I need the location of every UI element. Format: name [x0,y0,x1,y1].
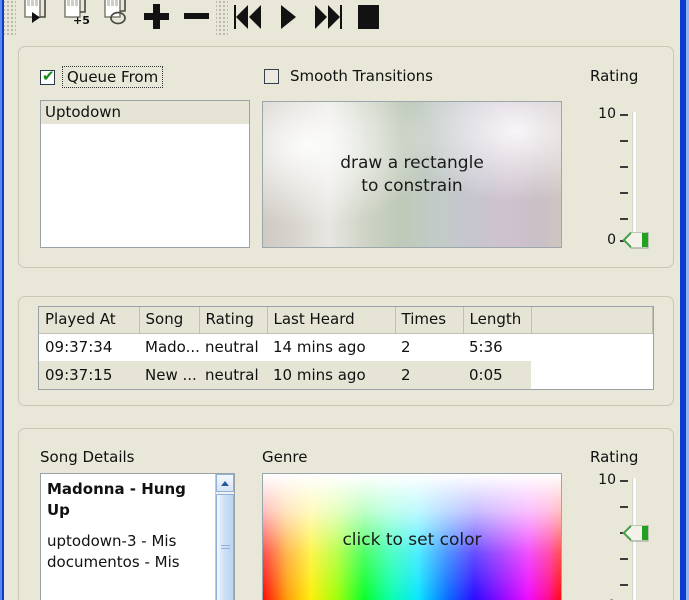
column-header-last-heard[interactable]: Last Heard [267,307,396,334]
column-header-song[interactable]: Song [139,307,200,334]
queue-repeat-button[interactable] [96,0,136,36]
toolbar-grip-playback[interactable] [216,0,228,36]
table-row[interactable]: 09:37:34 Mado... neutral 14 mins ago 2 5… [39,333,653,361]
add-button[interactable] [136,0,176,36]
queue-from-listbox[interactable]: Uptodown [40,100,250,248]
song-details-scrollbar[interactable] [215,474,234,600]
queue-from-checkbox[interactable]: ✔ Queue From [40,66,164,88]
queue-plus5-icon: +5 [63,0,90,33]
cell-rating: neutral [199,333,267,361]
smooth-transitions-checkbox-box[interactable] [264,68,279,84]
queue-rating-ticks: 10 0 [596,107,628,248]
queue-from-checkbox-box[interactable]: ✔ [40,66,55,85]
toolbar-grip-left[interactable] [4,0,16,36]
cell-song: New ... [139,361,199,389]
tick-max: 10 [596,107,628,121]
cell-rating: neutral [199,361,267,389]
chevron-up-icon [221,480,229,486]
queue-from-label: Queue From [62,66,164,88]
cell-length: 0:05 [463,361,531,389]
cell-played-at: 09:37:34 [39,333,139,361]
cell-last-heard: 14 mins ago [267,333,395,361]
tick [596,192,628,194]
play-button[interactable] [268,0,308,36]
played-history-table[interactable]: Played At Song Rating Last Heard Times L… [38,306,654,390]
remove-button[interactable] [176,0,216,36]
queue-rating-thumb[interactable] [622,232,650,249]
genre-label: Genre [262,448,308,466]
stop-icon [354,3,382,33]
detail-rating-label: Rating [590,448,639,466]
queue-rating-track[interactable] [632,112,637,244]
column-header-times[interactable]: Times [395,307,464,334]
stop-button[interactable] [348,0,388,36]
next-button[interactable] [308,0,348,36]
checkmark-icon: ✔ [42,66,55,85]
song-details-label: Song Details [40,448,135,466]
cell-extra [531,361,653,389]
queue-rating-slider[interactable]: 10 0 [596,107,660,249]
queue-repeat-icon [103,0,129,33]
svg-text:+5: +5 [73,14,90,27]
tick [596,218,628,220]
genre-caption-text: click to set color [342,530,482,551]
scroll-up-button[interactable] [216,474,234,492]
minus-icon [182,3,210,33]
constrain-color-swatch[interactable]: draw a rectangle to constrain [262,101,562,248]
tick [596,558,628,560]
tick-max: 10 [596,473,628,487]
song-details-line: documentos - Mis [47,553,180,572]
tick [596,506,628,508]
detail-rating-slider[interactable]: 10 0 [596,473,660,600]
client-area: +5 ✔ Queue From Smooth Transitions Ratin… [4,0,680,600]
previous-button[interactable] [228,0,268,36]
scrollbar-grip-icon [221,545,230,551]
scrollbar-thumb[interactable] [216,494,234,600]
cell-length: 5:36 [463,333,531,361]
table-header-row: Played At Song Rating Last Heard Times L… [39,307,653,334]
tick [596,584,628,586]
column-header-extra[interactable] [531,307,653,334]
smooth-transitions-label: Smooth Transitions [290,67,433,85]
constrain-caption-line1: draw a rectangle [340,152,484,173]
tick-label-max: 10 [598,472,616,488]
previous-track-icon [232,3,264,33]
cell-played-at: 09:37:15 [39,361,139,389]
genre-caption: click to set color [263,474,561,600]
tick-label-max: 10 [598,106,616,122]
cell-song: Mado... [139,333,199,361]
constrain-caption-line2: to constrain [361,175,463,196]
song-details-content: Madonna - Hung Up uptodown-3 - Mis docum… [41,474,215,600]
cell-times: 2 [395,333,463,361]
list-item[interactable]: Uptodown [41,101,249,124]
song-details-textbox[interactable]: Madonna - Hung Up uptodown-3 - Mis docum… [40,473,235,600]
table-row[interactable]: 09:37:15 New ... neutral 10 mins ago 2 0… [39,361,653,389]
plus-icon [142,3,170,33]
constrain-caption: draw a rectangle to constrain [263,102,561,247]
cell-times: 2 [395,361,463,389]
toolbar: +5 [4,0,680,36]
genre-color-swatch[interactable]: click to set color [262,473,562,600]
column-header-length[interactable]: Length [463,307,532,334]
detail-rating-thumb[interactable] [622,525,650,542]
queue-next-icon [23,0,49,33]
queue-plus5-button[interactable]: +5 [56,0,96,36]
next-track-icon [312,3,344,33]
window-frame: +5 ✔ Queue From Smooth Transitions Ratin… [0,0,689,600]
column-header-rating[interactable]: Rating [199,307,268,334]
play-icon [275,3,301,33]
queue-rating-label: Rating [590,67,639,85]
tick-label-min: 0 [607,232,616,248]
queue-next-button[interactable] [16,0,56,36]
cell-extra [531,333,653,361]
song-details-line: uptodown-3 - Mis [47,532,177,551]
smooth-transitions-checkbox[interactable]: Smooth Transitions [264,66,437,86]
tick [596,166,628,168]
column-header-played-at[interactable]: Played At [39,307,140,334]
tick [596,140,628,142]
cell-last-heard: 10 mins ago [267,361,395,389]
song-details-title: Madonna - Hung Up [47,480,186,519]
